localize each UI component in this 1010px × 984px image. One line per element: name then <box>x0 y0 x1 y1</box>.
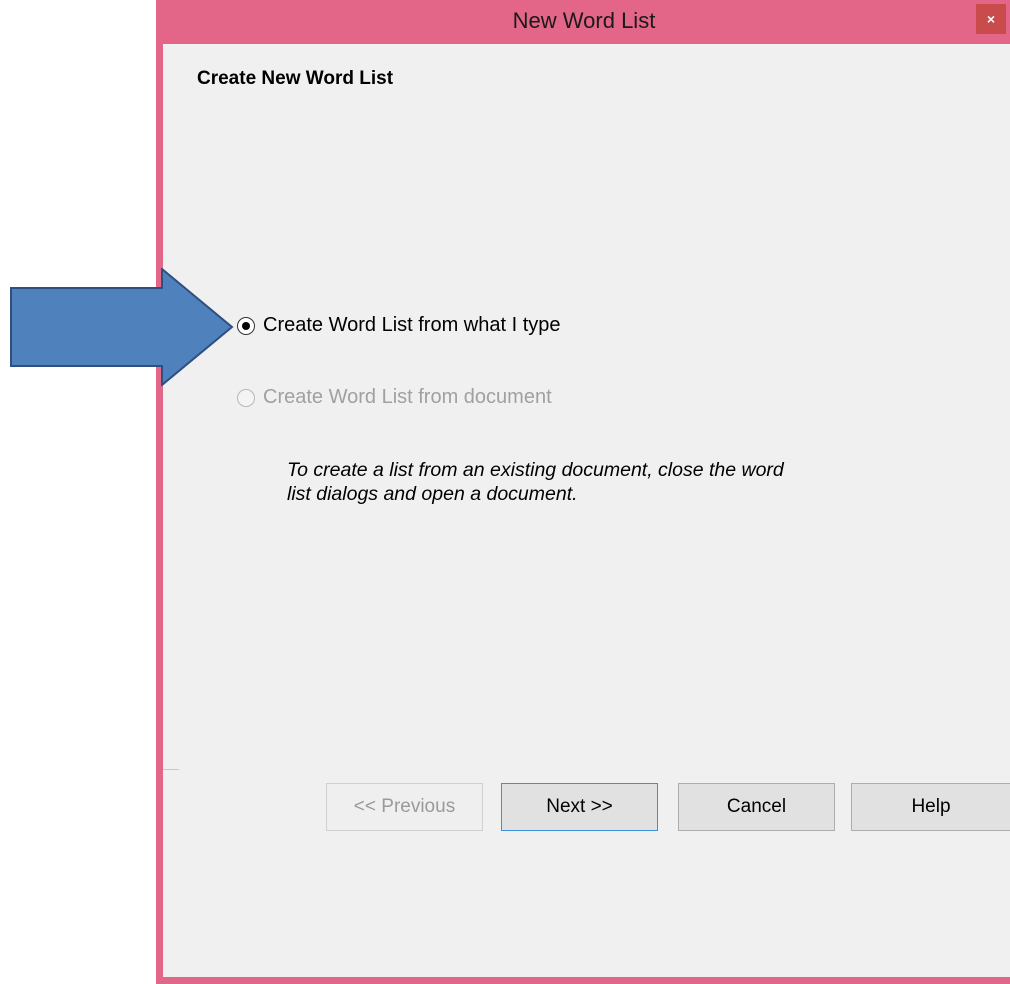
option-from-typing[interactable]: Create Word List from what I type <box>237 314 561 337</box>
close-icon: × <box>986 11 996 27</box>
option-from-document: Create Word List from document <box>237 386 552 409</box>
page-heading: Create New Word List <box>197 68 394 89</box>
option-from-document-label: Create Word List from document <box>263 386 552 408</box>
cancel-button[interactable]: Cancel <box>678 783 835 831</box>
document-hint-text: To create a list from an existing docume… <box>287 459 784 505</box>
close-button[interactable]: × <box>976 4 1006 34</box>
radio-selected-icon[interactable] <box>237 316 255 335</box>
dialog-title: New Word List <box>512 8 656 33</box>
new-word-list-dialog: New Word List × Create New Word List Cre… <box>156 0 1010 984</box>
next-button[interactable]: Next >> <box>501 783 658 831</box>
previous-button: << Previous <box>326 783 483 831</box>
dialog-body: Create New Word List Create Word List fr… <box>163 44 1010 977</box>
arrow-right-icon <box>10 268 234 386</box>
option-from-typing-label[interactable]: Create Word List from what I type <box>263 314 561 337</box>
help-button[interactable]: Help <box>851 783 1010 831</box>
divider <box>163 769 179 770</box>
title-bar[interactable]: New Word List × <box>156 0 1010 44</box>
radio-disabled-icon <box>237 388 255 407</box>
